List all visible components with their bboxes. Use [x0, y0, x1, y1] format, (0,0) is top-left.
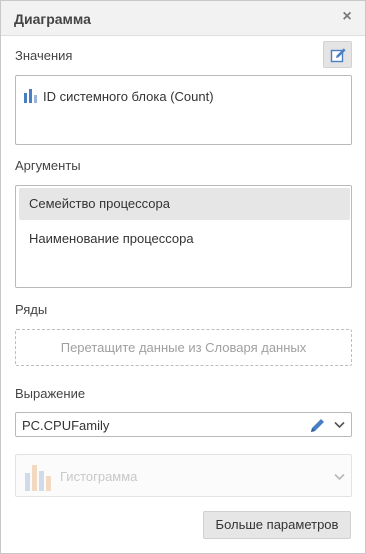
- expression-label: Выражение: [15, 386, 86, 401]
- edit-icon: [330, 48, 346, 63]
- chart-type-select: Гистограмма: [15, 454, 352, 497]
- arguments-list: Семейство процессора Наименование процес…: [15, 185, 352, 288]
- expression-value: PC.CPUFamily: [22, 418, 110, 433]
- panel-header: Диаграмма ×: [1, 1, 365, 36]
- chart-type-value: Гистограмма: [60, 469, 138, 484]
- argument-item-cpu-name[interactable]: Наименование процессора: [19, 223, 350, 255]
- expression-field[interactable]: PC.CPUFamily: [15, 412, 352, 437]
- argument-item-cpu-family[interactable]: Семейство процессора: [19, 188, 350, 220]
- values-item[interactable]: ID системного блока (Count): [24, 87, 214, 105]
- bar-chart-icon: [24, 89, 37, 103]
- series-drop-zone[interactable]: Перетащите данные из Словаря данных: [15, 329, 352, 366]
- histogram-icon: [25, 465, 51, 491]
- more-parameters-button[interactable]: Больше параметров: [203, 511, 351, 539]
- values-label: Значения: [15, 48, 73, 63]
- values-item-label: ID системного блока (Count): [43, 88, 214, 104]
- edit-values-button[interactable]: [323, 41, 352, 68]
- series-label: Ряды: [15, 302, 48, 317]
- close-icon[interactable]: ×: [338, 8, 356, 26]
- pencil-icon[interactable]: [310, 418, 325, 433]
- chart-settings-panel: Диаграмма × Значения ID системного блока…: [0, 0, 366, 554]
- values-list[interactable]: ID системного блока (Count): [15, 75, 352, 145]
- arguments-label: Аргументы: [15, 158, 81, 173]
- chevron-down-icon[interactable]: [334, 421, 345, 429]
- panel-title: Диаграмма: [14, 11, 91, 27]
- chevron-down-icon: [334, 473, 345, 481]
